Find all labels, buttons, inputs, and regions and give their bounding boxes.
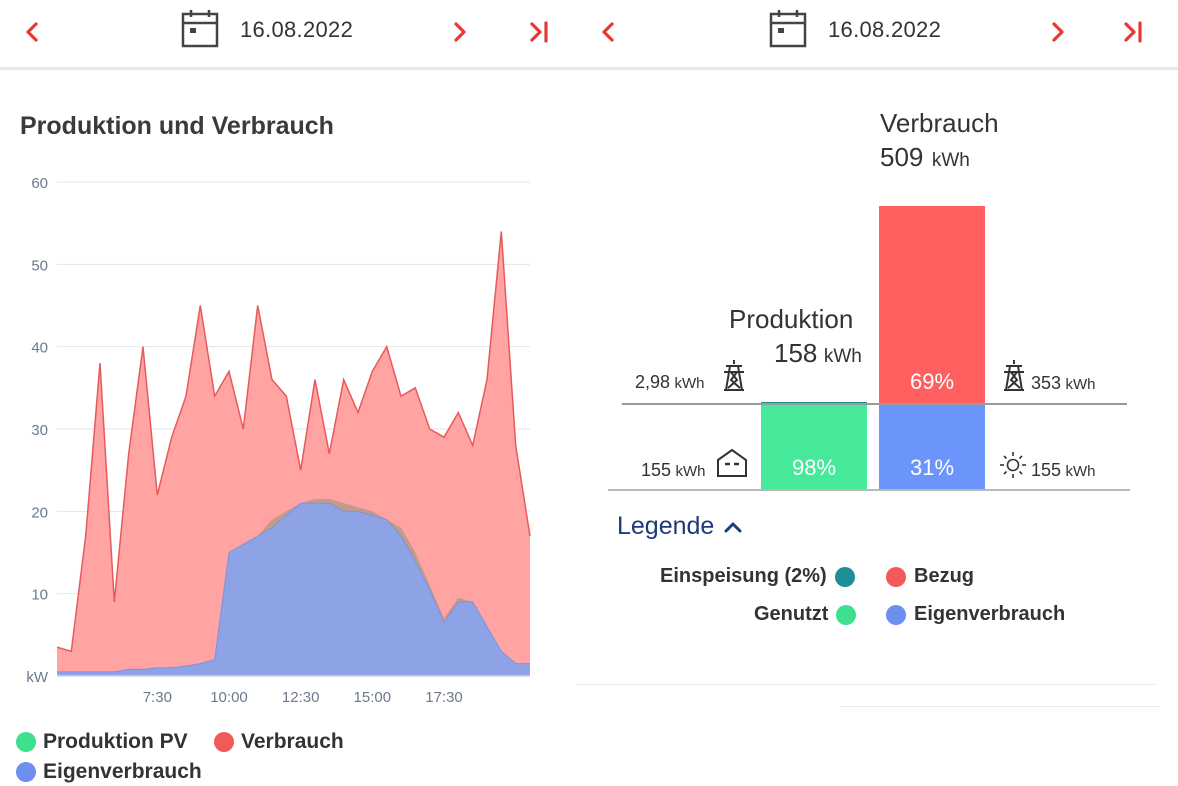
legend-dot — [886, 566, 906, 587]
legend-title: Legende — [617, 512, 715, 540]
einspeisung-value: 2,98 kWh — [635, 372, 705, 392]
divider — [570, 67, 1178, 70]
legend-item-eigenverbrauch[interactable]: Eigenverbrauch — [886, 603, 1065, 626]
chevron-right-icon — [1052, 22, 1064, 42]
produktion-label: Produktion — [729, 304, 854, 334]
chevron-left-icon — [602, 22, 614, 42]
y-axis-unit: kW — [26, 669, 49, 686]
last-day-button[interactable] — [1116, 14, 1152, 50]
legend-toggle[interactable]: Legende — [617, 512, 744, 541]
legend-item-einspeisung[interactable]: Einspeisung (2%) — [660, 565, 855, 588]
power-tower-icon — [1004, 360, 1024, 391]
legend-item-verbrauch[interactable]: Verbrauch — [214, 730, 344, 754]
power-tower-icon — [724, 360, 744, 391]
y-tick-label: 50 — [31, 257, 48, 274]
house-icon — [717, 448, 747, 477]
date-navigation-bar: 16.08.2022 — [0, 0, 570, 70]
eigenverbrauch-value: 155 kWh — [1031, 460, 1096, 480]
grid-baseline — [622, 403, 1127, 405]
calendar-icon[interactable] — [768, 8, 808, 50]
legend-dot — [834, 566, 855, 587]
calendar-icon[interactable] — [180, 8, 220, 50]
legend-label: Verbrauch — [241, 730, 344, 753]
bezug-percent: 69% — [909, 369, 955, 394]
eigenverbrauch-bar[interactable]: 31% — [879, 404, 985, 490]
last-day-button[interactable] — [522, 14, 558, 50]
x-tick-label: 15:00 — [354, 689, 392, 706]
previous-day-button[interactable] — [590, 14, 626, 50]
power-chart[interactable]: 60 50 40 30 20 10 kW 7:30 10:00 12:30 15:00 17:30 — [0, 160, 560, 720]
legend-label: Eigenverbrauch — [914, 603, 1066, 625]
legend-item-eigenverbrauch[interactable]: Eigenverbrauch — [16, 760, 202, 784]
legend-label: Einspeisung (2%) — [660, 565, 827, 587]
chart-title: Produktion und Verbrauch — [20, 112, 334, 140]
divider — [576, 684, 1156, 685]
skip-to-end-icon — [530, 21, 548, 43]
base-line — [608, 489, 1130, 491]
genutzt-percent: 98% — [791, 455, 837, 480]
y-tick-label: 30 — [31, 422, 48, 439]
produktion-total: 158 kWh — [774, 338, 862, 369]
next-day-button[interactable] — [442, 14, 478, 50]
legend-dot — [886, 604, 906, 625]
energy-balance-panel: 16.08.2022 Verbrauch 509 kWh Produktion … — [570, 0, 1178, 786]
next-day-button[interactable] — [1040, 14, 1076, 50]
legend-dot — [16, 762, 36, 782]
previous-day-button[interactable] — [14, 14, 50, 50]
legend-label: Genutzt — [754, 603, 829, 625]
bezug-value: 353 kWh — [1031, 373, 1096, 393]
produktion-unit: kWh — [823, 346, 862, 367]
verbrauch-value: 509 — [880, 142, 924, 172]
date-navigation-bar: 16.08.2022 — [570, 0, 1178, 70]
x-tick-label: 12:30 — [282, 689, 320, 706]
legend-item-genutzt[interactable]: Genutzt — [754, 603, 857, 626]
divider — [0, 67, 570, 70]
verbrauch-label: Verbrauch — [880, 108, 999, 138]
y-tick-label: 60 — [31, 175, 48, 192]
current-date[interactable]: 16.08.2022 — [828, 17, 941, 43]
chevron-up-icon — [724, 522, 742, 532]
genutzt-bar[interactable]: 98% — [761, 405, 867, 490]
legend-label: Eigenverbrauch — [43, 760, 202, 783]
current-date[interactable]: 16.08.2022 — [240, 17, 353, 43]
x-tick-label: 7:30 — [143, 689, 172, 706]
legend-dot — [836, 604, 857, 625]
legend-dot — [214, 732, 234, 752]
production-chart-panel: 16.08.2022 Produktion und Verbrauch 60 50… — [0, 0, 570, 786]
y-tick-label: 20 — [31, 504, 48, 521]
divider — [840, 706, 1160, 707]
chevron-right-icon — [454, 22, 466, 42]
eigenverbrauch-percent: 31% — [909, 455, 955, 480]
verbrauch-unit: kWh — [931, 150, 970, 171]
legend-item-bezug[interactable]: Bezug — [886, 565, 974, 588]
verbrauch-total: 509 kWh — [880, 142, 970, 173]
y-tick-label: 40 — [31, 340, 48, 357]
y-tick-label: 10 — [31, 587, 48, 604]
bezug-bar[interactable]: 69% — [879, 206, 985, 404]
legend-dot — [16, 732, 36, 752]
legend-item-produktion-pv[interactable]: Produktion PV — [16, 730, 188, 754]
legend-label: Produktion PV — [43, 730, 188, 753]
genutzt-value: 155 kWh — [641, 460, 706, 480]
skip-to-end-icon — [1124, 21, 1142, 43]
x-tick-label: 17:30 — [425, 689, 463, 706]
sun-icon — [1000, 452, 1026, 478]
produktion-value: 158 — [774, 338, 818, 368]
x-tick-label: 10:00 — [210, 689, 248, 706]
legend-label: Bezug — [914, 565, 974, 587]
chevron-left-icon — [26, 22, 38, 42]
